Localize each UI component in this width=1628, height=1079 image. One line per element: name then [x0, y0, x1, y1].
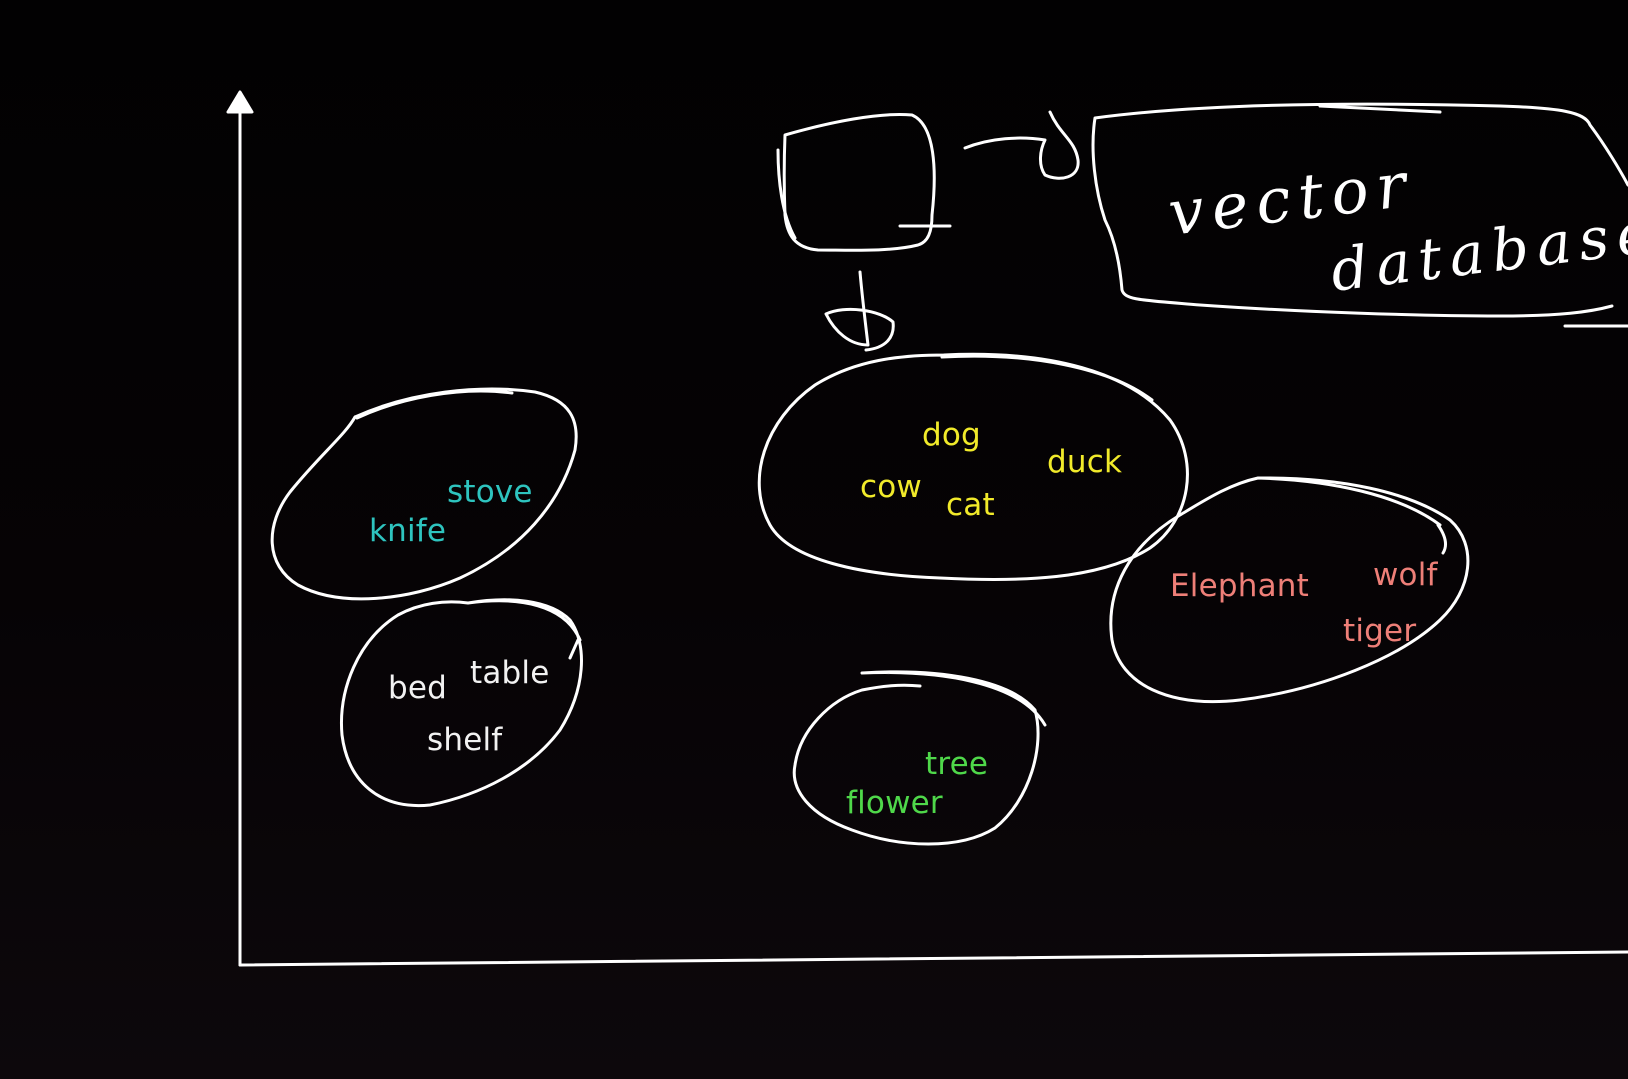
- word-table: table: [470, 655, 550, 691]
- x-axis-line: [238, 950, 1628, 967]
- query-box-stroke-extra: [776, 148, 952, 240]
- word-cow: cow: [860, 469, 922, 505]
- word-flower: flower: [846, 785, 943, 821]
- word-elephant: Elephant: [1170, 568, 1309, 604]
- word-stove: stove: [447, 474, 533, 510]
- word-bed: bed: [388, 670, 448, 706]
- domestic-animals-cluster-outline: [757, 352, 1189, 581]
- y-axis-arrowhead: [226, 90, 254, 114]
- word-knife: knife: [369, 513, 447, 549]
- word-dog: dog: [922, 417, 981, 453]
- word-tree: tree: [925, 746, 989, 782]
- word-wolf: wolf: [1373, 557, 1438, 593]
- word-shelf: shelf: [427, 722, 503, 758]
- word-duck: duck: [1047, 444, 1123, 480]
- query-box-sketch: [782, 113, 936, 252]
- link-down-arrow: [824, 270, 895, 352]
- whiteboard: vector database stove knife bed table sh…: [0, 0, 1628, 1079]
- furniture-cluster-outline: [340, 598, 583, 808]
- word-tiger: tiger: [1343, 613, 1417, 649]
- word-cat: cat: [946, 487, 995, 523]
- link-to-database-arrow: [963, 110, 1080, 180]
